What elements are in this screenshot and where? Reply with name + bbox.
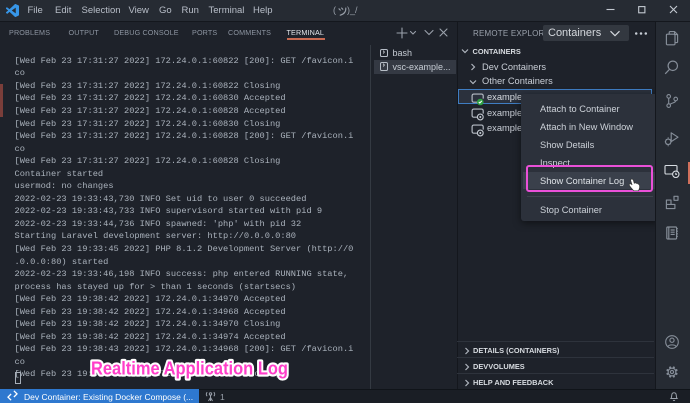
svg-text:Realtime Application Log: Realtime Application Log [91,358,288,378]
